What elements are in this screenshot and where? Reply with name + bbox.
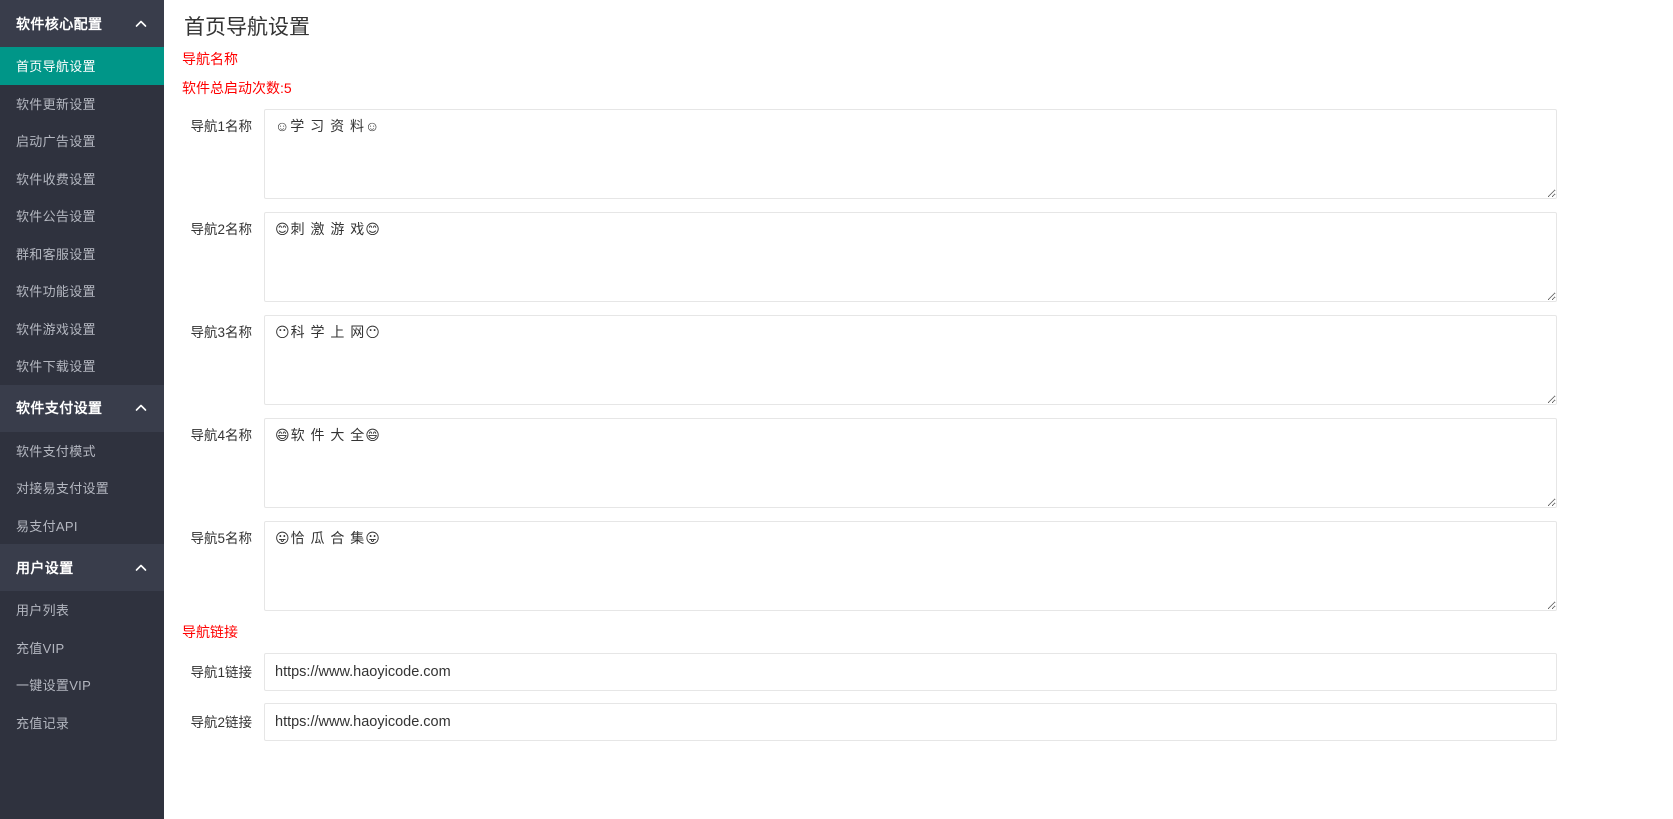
launch-count-label: 软件总启动次数:5 [182, 80, 292, 97]
sidebar-item-2-1[interactable]: 软件支付模式 [0, 431, 164, 469]
sidebar-item-label: 用户列表 [16, 603, 70, 619]
main-content: 首页导航设置 导航名称 软件总启动次数:5 导航1名称导航2名称导航3名称导航4… [164, 0, 1673, 819]
nav-link-input-2[interactable] [264, 702, 1557, 741]
sidebar-item-label: 对接易支付设置 [16, 481, 110, 497]
sidebar-item-label: 启动广告设置 [16, 134, 96, 150]
sidebar-item-2-3[interactable]: 易支付API [0, 506, 164, 544]
sidebar-item-label: 软件收费设置 [16, 171, 96, 187]
nav-name-label: 导航1名称 [190, 118, 252, 134]
sidebar-item-1-4[interactable]: 软件收费设置 [0, 159, 164, 197]
sidebar-item-1-5[interactable]: 软件公告设置 [0, 197, 164, 235]
nav-name-field-wrapper [264, 211, 1673, 302]
sidebar-item-1-8[interactable]: 软件游戏设置 [0, 309, 164, 347]
nav-name-label: 导航3名称 [190, 324, 252, 340]
sidebar-item-label: 软件支付模式 [16, 443, 96, 459]
sidebar-item-3-3[interactable]: 一键设置VIP [0, 666, 164, 704]
nav-name-field-wrapper [264, 314, 1673, 405]
nav-name-field-wrapper [264, 108, 1673, 199]
nav-link-field-wrapper [264, 702, 1673, 741]
sidebar-item-3-1[interactable]: 用户列表 [0, 591, 164, 629]
nav-link-input-1[interactable] [264, 652, 1557, 691]
sidebar-item-label: 软件公告设置 [16, 209, 96, 225]
nav-name-textarea-5[interactable] [264, 520, 1557, 611]
chevron-up-icon [134, 401, 148, 415]
sidebar-item-label: 充值记录 [16, 715, 70, 731]
sidebar-item-1-7[interactable]: 软件功能设置 [0, 272, 164, 310]
page-title: 首页导航设置 [184, 16, 310, 39]
nav-link-row: 导航2链接 [164, 702, 1673, 741]
sidebar-group-header[interactable]: 软件支付设置 [0, 384, 164, 432]
sidebar-item-2-2[interactable]: 对接易支付设置 [0, 469, 164, 507]
sidebar-item-3-4[interactable]: 充值记录 [0, 703, 164, 741]
sidebar-group-title: 软件核心配置 [16, 15, 103, 32]
sidebar-item-1-2[interactable]: 软件更新设置 [0, 84, 164, 122]
sidebar-group-header[interactable]: 软件核心配置 [0, 0, 164, 47]
sidebar-item-label: 软件下载设置 [16, 359, 96, 375]
sidebar-item-label: 软件功能设置 [16, 284, 96, 300]
sidebar-item-1-1[interactable]: 首页导航设置 [0, 47, 164, 85]
nav-link-row: 导航1链接 [164, 652, 1673, 691]
sidebar-item-label: 软件游戏设置 [16, 321, 96, 337]
nav-links-form: 导航1链接导航2链接 [164, 652, 1673, 741]
chevron-up-icon [134, 561, 148, 575]
sidebar-item-label: 易支付API [16, 518, 78, 534]
nav-name-label: 导航5名称 [190, 530, 252, 546]
nav-name-row: 导航4名称 [164, 417, 1673, 508]
sidebar-item-1-9[interactable]: 软件下载设置 [0, 347, 164, 385]
nav-name-row: 导航2名称 [164, 211, 1673, 302]
nav-link-label: 导航1链接 [190, 664, 252, 680]
nav-name-label: 导航4名称 [190, 427, 252, 443]
sidebar-item-label: 群和客服设置 [16, 246, 96, 262]
nav-names-form: 导航1名称导航2名称导航3名称导航4名称导航5名称 [164, 108, 1673, 611]
chevron-up-icon [134, 17, 148, 31]
nav-name-row: 导航1名称 [164, 108, 1673, 199]
nav-name-row: 导航5名称 [164, 520, 1673, 611]
nav-name-textarea-1[interactable] [264, 108, 1557, 199]
nav-link-section-label: 导航链接 [182, 623, 238, 640]
sidebar-item-1-6[interactable]: 群和客服设置 [0, 234, 164, 272]
nav-name-textarea-3[interactable] [264, 314, 1557, 405]
sidebar: 软件核心配置 首页导航设置 软件更新设置 启动广告设置 软件收费设置 软件公告设置 群和客服… [0, 0, 164, 819]
sidebar-group-title: 用户设置 [16, 559, 74, 576]
nav-name-field-wrapper [264, 417, 1673, 508]
nav-link-label: 导航2链接 [190, 714, 252, 730]
sidebar-group-header[interactable]: 用户设置 [0, 544, 164, 591]
app-root: 软件核心配置 首页导航设置 软件更新设置 启动广告设置 软件收费设置 软件公告设置 群和客服… [0, 0, 1673, 819]
nav-link-field-wrapper [264, 652, 1673, 691]
sidebar-group-title: 软件支付设置 [16, 400, 103, 416]
nav-name-section-label: 导航名称 [182, 51, 238, 68]
nav-name-row: 导航3名称 [164, 314, 1673, 405]
nav-name-textarea-2[interactable] [264, 211, 1557, 302]
sidebar-item-label: 首页导航设置 [16, 59, 96, 75]
sidebar-item-label: 一键设置VIP [16, 678, 92, 694]
sidebar-item-label: 软件更新设置 [16, 96, 96, 112]
nav-name-field-wrapper [264, 520, 1673, 611]
nav-name-label: 导航2名称 [190, 221, 252, 237]
sidebar-item-1-3[interactable]: 启动广告设置 [0, 122, 164, 160]
sidebar-item-label: 充值VIP [16, 640, 65, 656]
nav-name-textarea-4[interactable] [264, 417, 1557, 508]
sidebar-item-3-2[interactable]: 充值VIP [0, 628, 164, 666]
